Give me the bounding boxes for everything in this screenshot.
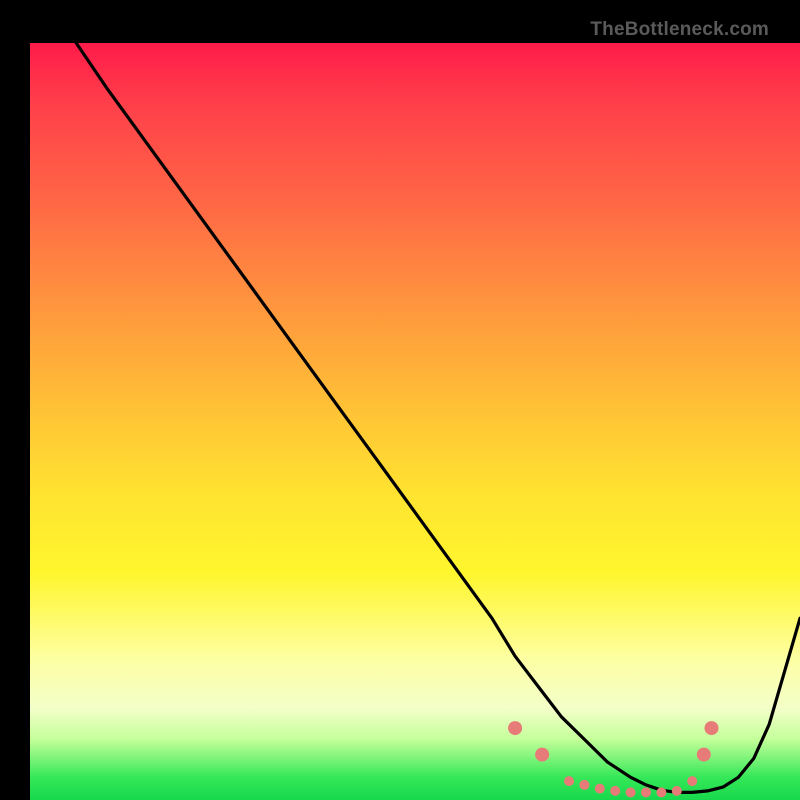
plot-area [30,43,800,800]
watermark-text: TheBottleneck.com [590,19,769,41]
chart-frame: TheBottleneck.com [15,15,785,785]
marker-dot [579,780,589,790]
marker-dots-group [508,721,718,797]
marker-dot [535,748,549,762]
marker-dot [672,786,682,796]
marker-dot [641,787,651,797]
marker-dot [656,787,666,797]
marker-dot [564,776,574,786]
marker-dot [705,721,719,735]
marker-dot [626,787,636,797]
marker-dot [595,784,605,794]
bottleneck-curve-svg [30,43,800,800]
bottleneck-curve [76,43,800,792]
marker-dot [508,721,522,735]
marker-dot [687,776,697,786]
marker-dot [610,786,620,796]
marker-dot [697,748,711,762]
